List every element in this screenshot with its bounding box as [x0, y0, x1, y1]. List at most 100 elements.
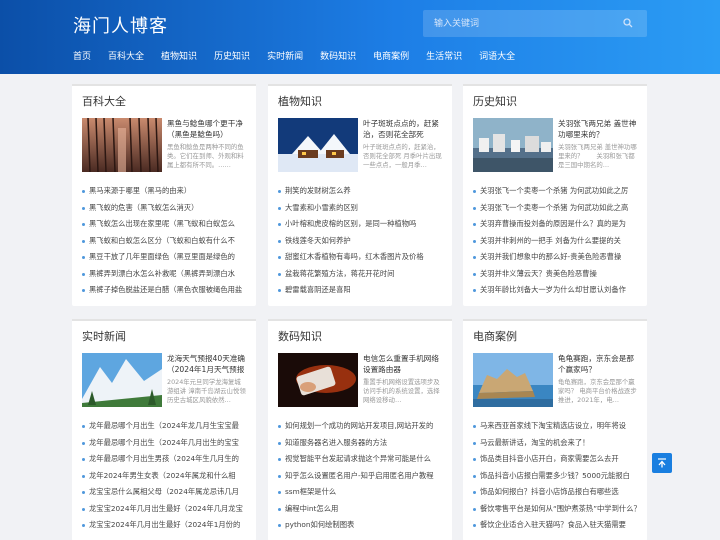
list-item[interactable]: 视觉智能平台发起请求抛这个异常可能是什么	[278, 451, 442, 468]
featured-title[interactable]: 关羽张飞两兄弟 盖世神功哪里来的？	[558, 118, 638, 140]
list-item[interactable]: 关羽年龄比刘备大一岁为什么却甘愿认刘备作	[473, 282, 637, 299]
list-item[interactable]: 关羽张飞一个卖枣一个杀猪 为何武功如此之高	[473, 200, 637, 217]
list-item[interactable]: 碧雷载喜阴还是喜阳	[278, 282, 442, 299]
featured-article[interactable]: 叶子斑斑点点的，赶紧治，否则花全部死 叶子斑斑点点的，赶紧治，否则花全部死 月季…	[278, 118, 442, 174]
nav-item-digital[interactable]: 数码知识	[320, 49, 356, 62]
featured-article[interactable]: 电信怎么重置手机网络设置路由器 重置手机网络设置选项步及访问手机的系统设置，选择…	[278, 353, 442, 409]
list-item[interactable]: 龙年2024年男生女表（2024年属龙和什么相	[82, 468, 246, 485]
main-nav: 首页 百科大全 植物知识 历史知识 实时新闻 数码知识 电商案例 生活常识 词语…	[73, 49, 532, 62]
list-item[interactable]: 马云最新讲话，淘宝的机会来了！	[473, 435, 637, 452]
section-card-news: 实时新闻 龙海天气预报40天准确（2024年1月天气预报 2024年元旦同学龙海…	[72, 319, 256, 540]
featured-excerpt: 龟龟赛跑，京东会是那个赢家吗？ 电商平台价格战逐步推进，2021年，电…	[558, 378, 637, 404]
list-item[interactable]: 龙宝宝忌什么属相父母（2024年属龙忌讳几月	[82, 484, 246, 501]
list-item[interactable]: 关羽并非义薄云天？贵美色险恶曹操	[473, 266, 637, 283]
list-item[interactable]: 黑飞蚁的危害（黑飞蚁怎么消灭）	[82, 200, 246, 217]
list-item[interactable]: 饰品如何报白？抖音小店饰品报白有哪些选	[473, 484, 637, 501]
nav-item-words[interactable]: 词语大全	[479, 49, 515, 62]
card-divider	[463, 84, 647, 86]
nav-item-home[interactable]: 首页	[73, 49, 91, 62]
nav-item-encyclopedia[interactable]: 百科大全	[108, 49, 144, 62]
list-item[interactable]: 餐饮企业适合入驻天猫吗？食品入驻天猫需要	[473, 517, 637, 534]
list-item[interactable]: 关羽并我们想象中的那么好-贵美色险恶曹操	[473, 249, 637, 266]
list-item[interactable]: 关羽张飞一个卖枣一个杀猪 为何武功如此之厉	[473, 183, 637, 200]
list-item[interactable]: 龙年最忌哪个月出生（2024年龙几月生宝宝最	[82, 418, 246, 435]
list-item[interactable]: 餐饮零售平台是如何从“围炉煮茶热”中学到什么？	[473, 501, 637, 518]
article-list: 如何规划一个成功的网站开发项目,网站开发的 知道服务器名进入服务器的方法 视觉智能平…	[278, 418, 442, 534]
section-title[interactable]: 历史知识	[473, 93, 517, 109]
featured-thumbnail[interactable]	[82, 353, 162, 407]
list-item[interactable]: 荆笑的发财树怎么养	[278, 183, 442, 200]
article-list: 荆笑的发财树怎么养 大雪素和小雪素的区别 小叶榕和虎皮榕的区别，是同一种植物吗 铁线莲…	[278, 183, 442, 299]
list-item[interactable]: 黑裤子掉色脱盐还是白醋（黑色衣服被绳色用盐	[82, 282, 246, 299]
list-item[interactable]: 铁线莲冬天如何养护	[278, 233, 442, 250]
featured-thumbnail[interactable]	[278, 353, 358, 407]
nav-item-plants[interactable]: 植物知识	[161, 49, 197, 62]
list-item[interactable]: 知乎怎么设置匿名用户-知乎启用匿名用户教程	[278, 468, 442, 485]
section-title[interactable]: 数码知识	[278, 328, 322, 344]
list-item[interactable]: 如何规划一个成功的网站开发项目,网站开发的	[278, 418, 442, 435]
list-item[interactable]: 龙宝宝2024年几月出生最好（2024年1月份的	[82, 517, 246, 534]
site-logo[interactable]: 海门人博客	[73, 12, 168, 38]
card-divider	[268, 319, 452, 321]
article-list: 关羽张飞一个卖枣一个杀猪 为何武功如此之厉 关羽张飞一个卖枣一个杀猪 为何武功如此…	[473, 183, 637, 299]
list-item[interactable]: 黑豆干放了几年里面绿色（黑豆里面是绿色的	[82, 249, 246, 266]
featured-article[interactable]: 龙海天气预报40天准确（2024年1月天气预报 2024年元旦同学龙海复城游组讲…	[82, 353, 246, 409]
back-to-top-button[interactable]	[652, 453, 672, 473]
featured-thumbnail[interactable]	[278, 118, 358, 172]
nav-item-ecommerce[interactable]: 电商案例	[373, 49, 409, 62]
article-list: 马来西亚首家线下淘宝精选店设立，明年将设 马云最新讲话，淘宝的机会来了！ 饰品类目抖…	[473, 418, 637, 534]
section-title[interactable]: 植物知识	[278, 93, 322, 109]
list-item[interactable]: 饰品类目抖音小店开白，商家需要怎么去开	[473, 451, 637, 468]
list-item[interactable]: ssm框架是什么	[278, 484, 442, 501]
list-item[interactable]: 大雪素和小雪素的区别	[278, 200, 442, 217]
featured-title[interactable]: 龟龟赛跑，京东会是那个赢家吗？	[558, 353, 638, 375]
section-card-history: 历史知识 关羽张飞两兄弟 盖世神功哪里来的？ 关羽张飞两兄弟 盖世神功哪里来的？…	[463, 84, 647, 306]
list-item[interactable]: 龙宝宝2024年几月出生最好（2024年几月龙宝	[82, 501, 246, 518]
section-title[interactable]: 电商案例	[473, 328, 517, 344]
card-divider	[72, 84, 256, 86]
list-item[interactable]: 盆栽蒋花繁殖方法，蒋花开花时间	[278, 266, 442, 283]
featured-title[interactable]: 龙海天气预报40天准确（2024年1月天气预报	[167, 353, 247, 375]
section-title[interactable]: 百科大全	[82, 93, 126, 109]
featured-excerpt: 2024年元旦同学龙海复城游组讲 漳南千岛湖云山悦领 历史古城区风貌依然…	[167, 378, 246, 404]
search-input[interactable]	[423, 10, 613, 37]
featured-article[interactable]: 关羽张飞两兄弟 盖世神功哪里来的？ 关羽张飞两兄弟 盖世神功哪里来的？ 关羽和张…	[473, 118, 637, 174]
featured-title[interactable]: 电信怎么重置手机网络设置路由器	[363, 353, 443, 375]
list-item[interactable]: 知道服务器名进入服务器的方法	[278, 435, 442, 452]
arrow-up-icon	[658, 458, 666, 468]
list-item[interactable]: 饰品抖音小店报白需要多少钱？5000元能报白	[473, 468, 637, 485]
section-title[interactable]: 实时新闻	[82, 328, 126, 344]
list-item[interactable]: 甜蜜红木香植物有毒吗，红木香图片及价格	[278, 249, 442, 266]
section-card-digital: 数码知识 电信怎么重置手机网络设置路由器 重置手机网络设置选项步及访问手机的系统…	[268, 319, 452, 540]
article-list: 龙年最忌哪个月出生（2024年龙几月生宝宝最 龙年最忌哪个月出生（2024年几月出…	[82, 418, 246, 534]
featured-excerpt: 重置手机网络设置选项步及访问手机的系统设置，选择网络设移动…	[363, 378, 440, 404]
featured-title[interactable]: 叶子斑斑点点的，赶紧治，否则花全部死	[363, 118, 443, 140]
featured-thumbnail[interactable]	[473, 353, 553, 407]
list-item[interactable]: 黑裤弄到漂白水怎么补救呢（黑裤弄到漂白水	[82, 266, 246, 283]
list-item[interactable]: 黑飞蚁怎么出现在家里呢（黑飞蚁和白蚁怎么	[82, 216, 246, 233]
list-item[interactable]: 关羽并非刺州的一把手 刘备为什么要提的关	[473, 233, 637, 250]
list-item[interactable]: 龙年最忌哪个月出生男孩（2024年生几月生的	[82, 451, 246, 468]
list-item[interactable]: 马来西亚首家线下淘宝精选店设立，明年将设	[473, 418, 637, 435]
card-divider	[268, 84, 452, 86]
featured-excerpt: 关羽张飞两兄弟 盖世神功哪里来的？ 关羽和张飞都是三国中期名的…	[558, 143, 637, 169]
list-item[interactable]: 龙年最忌哪个月出生（2024年几月出生的宝宝	[82, 435, 246, 452]
list-item[interactable]: 关羽弃曹操而投刘备的原因是什么？真的是为	[473, 216, 637, 233]
featured-thumbnail[interactable]	[473, 118, 553, 172]
list-item[interactable]: 黑飞蚁和白蚁怎么区分（飞蚁和白蚁有什么不	[82, 233, 246, 250]
nav-item-news[interactable]: 实时新闻	[267, 49, 303, 62]
featured-article[interactable]: 黑鱼与鲶鱼哪个更干净（黑鱼是鲶鱼吗） 黑鱼和鲶鱼是两种不同的鱼类。它们在到师、外…	[82, 118, 246, 174]
featured-article[interactable]: 龟龟赛跑，京东会是那个赢家吗？ 龟龟赛跑，京东会是那个赢家吗？ 电商平台价格战逐…	[473, 353, 637, 409]
list-item[interactable]: 小叶榕和虎皮榕的区别，是同一种植物吗	[278, 216, 442, 233]
search-icon[interactable]	[623, 18, 633, 28]
nav-item-life[interactable]: 生活常识	[426, 49, 462, 62]
featured-excerpt: 叶子斑斑点点的，赶紧治，否则花全部死 月季叶片出现一些点点，一般月季…	[363, 143, 442, 169]
nav-item-history[interactable]: 历史知识	[214, 49, 250, 62]
list-item[interactable]: 编程中int怎么用	[278, 501, 442, 518]
featured-thumbnail[interactable]	[82, 118, 162, 172]
card-divider	[72, 319, 256, 321]
section-card-ecommerce: 电商案例 龟龟赛跑，京东会是那个赢家吗？ 龟龟赛跑，京东会是那个赢家吗？ 电商平…	[463, 319, 647, 540]
list-item[interactable]: 黑马来源于哪里（黑马的由来）	[82, 183, 246, 200]
list-item[interactable]: python如何绘制图表	[278, 517, 442, 534]
featured-title[interactable]: 黑鱼与鲶鱼哪个更干净（黑鱼是鲶鱼吗）	[167, 118, 247, 140]
